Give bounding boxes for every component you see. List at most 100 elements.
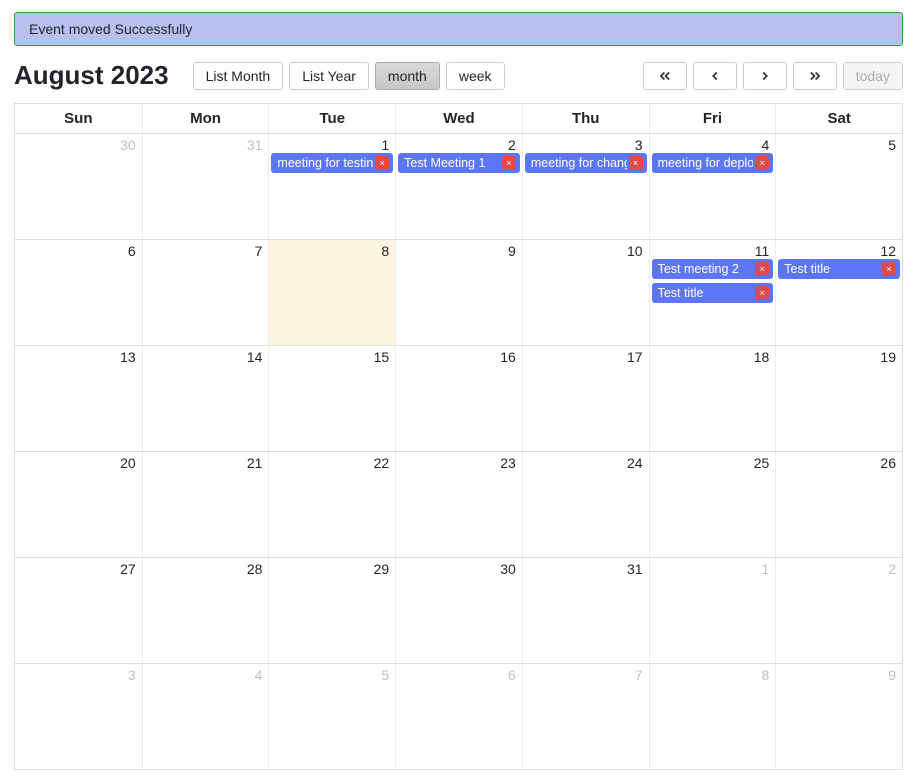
day-cell[interactable]: 4 (142, 664, 269, 769)
view-list-month-button[interactable]: List Month (193, 62, 284, 90)
delete-event-button[interactable]: × (755, 262, 769, 276)
day-number: 8 (269, 240, 395, 259)
prev-year-button[interactable] (643, 62, 687, 90)
chevron-left-icon (708, 69, 722, 83)
day-cell[interactable]: 31 (522, 558, 649, 663)
day-cell[interactable]: 26 (775, 452, 902, 557)
day-cell[interactable]: 12Test title× (775, 240, 902, 345)
day-cell[interactable]: 10 (522, 240, 649, 345)
day-cell[interactable]: 5 (268, 664, 395, 769)
calendar-grid: SunMonTueWedThuFriSat 30311meeting for t… (14, 103, 903, 770)
chevrons-right-icon (808, 69, 822, 83)
view-week-button[interactable]: week (446, 62, 505, 90)
events-list: Test Meeting 1× (396, 153, 522, 175)
day-cell[interactable]: 15 (268, 346, 395, 451)
day-cell[interactable]: 8 (268, 240, 395, 345)
calendar-event[interactable]: Test title× (778, 259, 900, 279)
day-cell[interactable]: 7 (522, 664, 649, 769)
day-cell[interactable]: 24 (522, 452, 649, 557)
day-number: 5 (776, 134, 902, 153)
events-list: meeting for deployment× (650, 153, 776, 175)
day-cell[interactable]: 6 (395, 664, 522, 769)
calendar-event[interactable]: Test Meeting 1× (398, 153, 520, 173)
calendar-event[interactable]: meeting for changes× (525, 153, 647, 173)
day-cell[interactable]: 31 (142, 134, 269, 239)
day-number: 20 (15, 452, 142, 471)
day-cell[interactable]: 9 (775, 664, 902, 769)
day-number: 7 (523, 664, 649, 683)
day-cell[interactable]: 5 (775, 134, 902, 239)
day-number: 5 (269, 664, 395, 683)
delete-event-button[interactable]: × (629, 156, 643, 170)
calendar-event[interactable]: Test meeting 2× (652, 259, 774, 279)
day-cell[interactable]: 2 (775, 558, 902, 663)
delete-event-button[interactable]: × (502, 156, 516, 170)
event-title: Test title (784, 262, 880, 276)
view-list-year-button[interactable]: List Year (289, 62, 369, 90)
close-icon: × (760, 159, 765, 168)
day-cell[interactable]: 21 (142, 452, 269, 557)
delete-event-button[interactable]: × (882, 262, 896, 276)
day-cell[interactable]: 17 (522, 346, 649, 451)
event-title: Test title (658, 286, 754, 300)
calendar-event[interactable]: meeting for deployment× (652, 153, 774, 173)
day-cell[interactable]: 9 (395, 240, 522, 345)
success-alert: Event moved Successfully (14, 12, 903, 46)
week-row: 272829303112 (15, 557, 902, 663)
calendar-event[interactable]: Test title× (652, 283, 774, 303)
events-list: Test meeting 2× Test title× (650, 259, 776, 305)
day-number: 7 (143, 240, 269, 259)
day-cell[interactable]: 7 (142, 240, 269, 345)
day-cell[interactable]: 28 (142, 558, 269, 663)
prev-button[interactable] (693, 62, 737, 90)
day-cell[interactable]: 19 (775, 346, 902, 451)
day-cell[interactable]: 30 (395, 558, 522, 663)
day-number: 27 (15, 558, 142, 577)
next-button[interactable] (743, 62, 787, 90)
calendar-event[interactable]: meeting for testing× (271, 153, 393, 173)
calendar-app: Event moved Successfully August 2023 Lis… (0, 0, 917, 782)
day-cell[interactable]: 1meeting for testing× (268, 134, 395, 239)
day-cell[interactable]: 3 (15, 664, 142, 769)
day-cell[interactable]: 11Test meeting 2×Test title× (649, 240, 776, 345)
day-cell[interactable]: 18 (649, 346, 776, 451)
day-number: 2 (776, 558, 902, 577)
day-cell[interactable]: 3meeting for changes× (522, 134, 649, 239)
day-cell[interactable]: 16 (395, 346, 522, 451)
day-cell[interactable]: 23 (395, 452, 522, 557)
day-cell[interactable]: 1 (649, 558, 776, 663)
day-number: 14 (143, 346, 269, 365)
weekday-header: Fri (649, 104, 776, 133)
delete-event-button[interactable]: × (755, 156, 769, 170)
close-icon: × (380, 159, 385, 168)
day-cell[interactable]: 2Test Meeting 1× (395, 134, 522, 239)
view-switcher: List Month List Year month week (193, 62, 505, 90)
day-cell[interactable]: 22 (268, 452, 395, 557)
day-number: 28 (143, 558, 269, 577)
week-row: 67891011Test meeting 2×Test title×12Test… (15, 239, 902, 345)
day-number: 10 (523, 240, 649, 259)
delete-event-button[interactable]: × (375, 156, 389, 170)
day-cell[interactable]: 29 (268, 558, 395, 663)
day-number: 24 (523, 452, 649, 471)
today-button[interactable]: today (843, 62, 903, 90)
day-number: 19 (776, 346, 902, 365)
view-month-button[interactable]: month (375, 62, 440, 90)
day-number: 1 (650, 558, 776, 577)
next-year-button[interactable] (793, 62, 837, 90)
week-row: 13141516171819 (15, 345, 902, 451)
day-cell[interactable]: 30 (15, 134, 142, 239)
day-cell[interactable]: 8 (649, 664, 776, 769)
day-number: 25 (650, 452, 776, 471)
day-cell[interactable]: 27 (15, 558, 142, 663)
day-cell[interactable]: 4meeting for deployment× (649, 134, 776, 239)
weekday-header-row: SunMonTueWedThuFriSat (15, 104, 902, 133)
day-cell[interactable]: 20 (15, 452, 142, 557)
day-cell[interactable]: 14 (142, 346, 269, 451)
day-cell[interactable]: 13 (15, 346, 142, 451)
delete-event-button[interactable]: × (755, 286, 769, 300)
day-cell[interactable]: 6 (15, 240, 142, 345)
day-cell[interactable]: 25 (649, 452, 776, 557)
events-list: meeting for testing× (269, 153, 395, 175)
alert-message: Event moved Successfully (29, 21, 192, 37)
